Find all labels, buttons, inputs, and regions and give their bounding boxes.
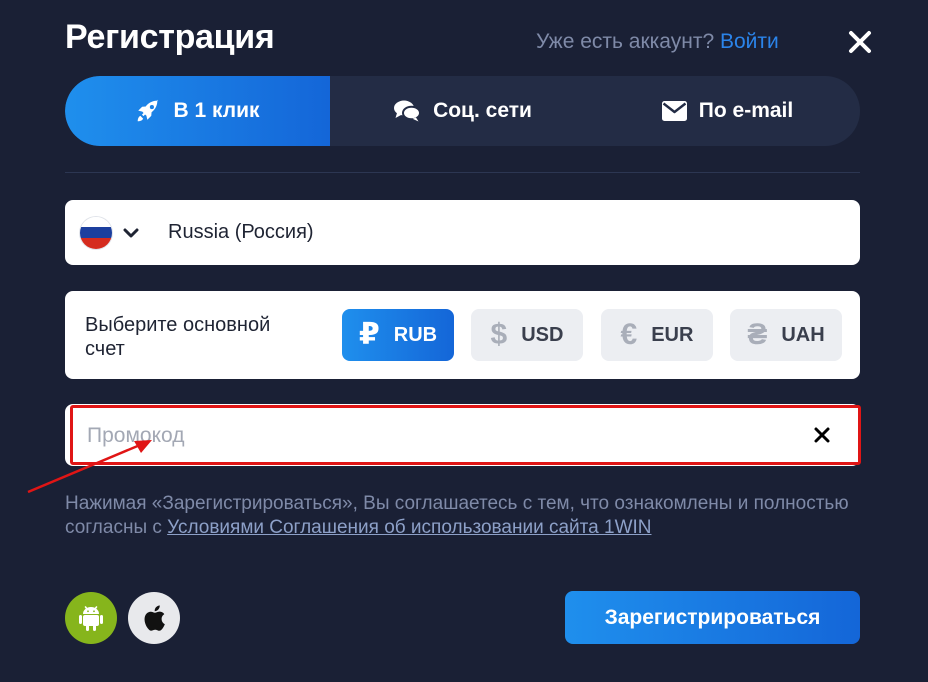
have-account-text: Уже есть аккаунт?: [536, 30, 715, 53]
dollar-icon: $: [490, 318, 508, 351]
tab-social[interactable]: Соц. сети: [330, 76, 595, 146]
page-title: Регистрация: [65, 18, 275, 56]
terms-link[interactable]: Условиями Соглашения об использовании са…: [167, 517, 651, 538]
tab-one-click[interactable]: В 1 клик: [65, 76, 330, 146]
flag-stripe-white: [80, 216, 112, 228]
chevron-down-icon[interactable]: [122, 224, 140, 242]
apple-app-button[interactable]: [128, 592, 180, 644]
country-name: Russia (Россия): [168, 221, 314, 243]
currency-code: UAH: [781, 323, 825, 346]
chat-bubbles-icon: [394, 100, 422, 122]
russia-flag-icon: [80, 216, 112, 249]
flag-stripe-red: [80, 237, 112, 249]
flag-stripe-blue: [80, 227, 112, 238]
promo-input[interactable]: [87, 416, 787, 456]
tab-email-label: По e-mail: [698, 99, 794, 122]
currency-code: EUR: [651, 323, 694, 346]
close-icon[interactable]: [846, 28, 874, 56]
currency-eur-button[interactable]: € EUR: [601, 309, 713, 361]
hryvnia-icon: ₴: [747, 318, 768, 351]
android-icon: [79, 606, 103, 631]
clear-icon[interactable]: [813, 426, 831, 444]
tab-social-label: Соц. сети: [433, 99, 532, 122]
login-prompt: Уже есть аккаунт? Войти: [536, 30, 779, 54]
envelope-icon: [661, 101, 687, 121]
divider: [65, 172, 860, 173]
currency-rub-button[interactable]: ₽ RUB: [342, 309, 454, 361]
promo-field: [65, 404, 860, 466]
currency-code: USD: [521, 323, 564, 346]
tab-email[interactable]: По e-mail: [595, 76, 860, 146]
country-select[interactable]: Russia (Россия): [65, 200, 860, 265]
rocket-icon: [138, 99, 159, 122]
apple-icon: [144, 605, 165, 631]
tab-one-click-label: В 1 клик: [173, 99, 260, 122]
euro-icon: €: [620, 318, 638, 351]
currency-label: Выберите основной счет: [85, 314, 271, 360]
currency-uah-button[interactable]: ₴ UAH: [730, 309, 842, 361]
register-button[interactable]: Зарегистрироваться: [565, 591, 860, 644]
registration-tabs: В 1 клик Соц. сети По e-mail: [65, 76, 860, 146]
currency-code: RUB: [393, 323, 438, 346]
android-app-button[interactable]: [65, 592, 117, 644]
agreement-text: Нажимая «Зарегистрироваться», Вы соглаша…: [65, 492, 865, 540]
currency-usd-button[interactable]: $ USD: [471, 309, 583, 361]
ruble-icon: ₽: [358, 318, 380, 351]
currency-panel: Выберите основной счет ₽ RUB $ USD € EUR…: [65, 291, 860, 379]
login-link[interactable]: Войти: [720, 30, 779, 53]
